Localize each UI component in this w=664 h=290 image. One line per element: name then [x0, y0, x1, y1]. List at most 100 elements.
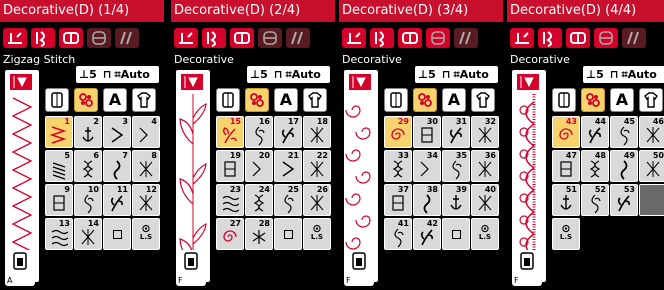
shirt-icon[interactable]	[639, 88, 663, 112]
presser-foot-button[interactable]: F	[512, 250, 542, 286]
long-stitch-button[interactable]: ⊙ L.S	[132, 218, 160, 250]
stitch-button-27[interactable]: 27	[216, 218, 244, 250]
decorative-flower-icon[interactable]	[581, 88, 605, 112]
stitch-button-12[interactable]: 12	[132, 184, 160, 216]
auto-button[interactable]: ⌗Auto	[114, 68, 152, 81]
stitch-button-2[interactable]: 2	[74, 116, 102, 148]
stitch-button-50[interactable]: 50	[639, 150, 664, 182]
decorative-icon[interactable]	[538, 28, 562, 48]
long-stitch-button[interactable]: ⊙ L.S	[552, 218, 580, 250]
stitch-button-39[interactable]: 39	[442, 184, 470, 216]
stitch-button-23[interactable]: 23	[216, 184, 244, 216]
quilt-icon[interactable]	[426, 28, 450, 48]
straight-stitch-icon[interactable]	[510, 28, 534, 48]
mirror-image-icon[interactable]	[8, 72, 34, 92]
presser-auto-controls[interactable]: ⊥5 ⊓ ⌗Auto	[247, 66, 330, 83]
quilt-icon[interactable]	[594, 28, 618, 48]
stitch-button-15[interactable]: 15	[216, 116, 244, 148]
long-stitch-button[interactable]: ⊙ L.S	[471, 218, 499, 250]
stitch-button-48[interactable]: 48	[581, 150, 609, 182]
mirror-image-icon[interactable]	[515, 72, 541, 92]
auto-button[interactable]: ⌗Auto	[453, 68, 491, 81]
satin-icon[interactable]	[286, 28, 310, 48]
presser-auto-controls[interactable]: ⊥5 ⊓ ⌗Auto	[76, 66, 159, 83]
memory-button[interactable]	[274, 218, 302, 250]
letter-a-icon[interactable]: A	[274, 88, 298, 112]
mirror-image-icon[interactable]	[179, 72, 205, 92]
stitch-button-5[interactable]: 5	[45, 150, 73, 182]
stitch-button-19[interactable]: 19	[216, 150, 244, 182]
stitch-button-45[interactable]: 45	[610, 116, 638, 148]
presser-foot-button[interactable]: F	[344, 250, 374, 286]
stitch-button-10[interactable]: 10	[74, 184, 102, 216]
stitch-button-35[interactable]: 35	[442, 150, 470, 182]
stitch-button-42[interactable]: 42	[413, 218, 441, 250]
stitch-button-13[interactable]: 13	[45, 218, 73, 250]
decorative-flower-icon[interactable]	[245, 88, 269, 112]
stitch-button-52[interactable]: 52	[581, 184, 609, 216]
stitch-button-21[interactable]: 21	[274, 150, 302, 182]
stitch-button-3[interactable]: 3	[103, 116, 131, 148]
letter-a-icon[interactable]: A	[103, 88, 127, 112]
stitch-button-46[interactable]: 46	[639, 116, 664, 148]
bobbin-icon[interactable]	[45, 88, 69, 112]
quilt-icon[interactable]	[258, 28, 282, 48]
stitch-button-33[interactable]: 33	[384, 150, 412, 182]
feed-dog-icon[interactable]: ⊓	[442, 68, 451, 81]
buttonhole-icon[interactable]	[230, 28, 254, 48]
stitch-button-22[interactable]: 22	[303, 150, 331, 182]
presser-pressure-icon[interactable]: ⊥5	[250, 68, 271, 81]
decorative-icon[interactable]	[370, 28, 394, 48]
stitch-button-9[interactable]: 9	[45, 184, 73, 216]
feed-dog-icon[interactable]: ⊓	[103, 68, 112, 81]
buttonhole-icon[interactable]	[59, 28, 83, 48]
feed-dog-icon[interactable]: ⊓	[274, 68, 283, 81]
satin-icon[interactable]	[622, 28, 646, 48]
stitch-button-1[interactable]: 1	[45, 116, 73, 148]
stitch-button-16[interactable]: 16	[245, 116, 273, 148]
presser-pressure-icon[interactable]: ⊥5	[586, 68, 607, 81]
shirt-icon[interactable]	[471, 88, 495, 112]
letter-a-icon[interactable]: A	[610, 88, 634, 112]
stitch-button-38[interactable]: 38	[413, 184, 441, 216]
mirror-image-icon[interactable]	[347, 72, 373, 92]
letter-a-icon[interactable]: A	[442, 88, 466, 112]
stitch-button-4[interactable]: 4	[132, 116, 160, 148]
stitch-button-31[interactable]: 31	[442, 116, 470, 148]
presser-pressure-icon[interactable]: ⊥5	[418, 68, 439, 81]
stitch-button-8[interactable]: 8	[132, 150, 160, 182]
shirt-icon[interactable]	[132, 88, 156, 112]
stitch-button-29[interactable]: 29	[384, 116, 412, 148]
memory-button[interactable]	[103, 218, 131, 250]
stitch-button-11[interactable]: 11	[103, 184, 131, 216]
stitch-button-43[interactable]: 43	[552, 116, 580, 148]
presser-auto-controls[interactable]: ⊥5 ⊓ ⌗Auto	[415, 66, 498, 83]
decorative-flower-icon[interactable]	[74, 88, 98, 112]
bobbin-icon[interactable]	[552, 88, 576, 112]
presser-foot-button[interactable]: F	[176, 250, 206, 286]
stitch-button-6[interactable]: 6	[74, 150, 102, 182]
stitch-button-37[interactable]: 37	[384, 184, 412, 216]
straight-stitch-icon[interactable]	[3, 28, 27, 48]
memory-button[interactable]	[442, 218, 470, 250]
decorative-icon[interactable]	[202, 28, 226, 48]
stitch-button-49[interactable]: 49	[610, 150, 638, 182]
presser-auto-controls[interactable]: ⊥5 ⊓ ⌗Auto	[583, 66, 664, 83]
stitch-button-7[interactable]: 7	[103, 150, 131, 182]
stitch-button-40[interactable]: 40	[471, 184, 499, 216]
presser-pressure-icon[interactable]: ⊥5	[79, 68, 100, 81]
stitch-button-28[interactable]: 28	[245, 218, 273, 250]
stitch-button-47[interactable]: 47	[552, 150, 580, 182]
stitch-button-30[interactable]: 30	[413, 116, 441, 148]
feed-dog-icon[interactable]: ⊓	[610, 68, 619, 81]
stitch-button-51[interactable]: 51	[552, 184, 580, 216]
stitch-button-18[interactable]: 18	[303, 116, 331, 148]
stitch-button-20[interactable]: 20	[245, 150, 273, 182]
stitch-button-44[interactable]: 44	[581, 116, 609, 148]
stitch-button-14[interactable]: 14	[74, 218, 102, 250]
shirt-icon[interactable]	[303, 88, 327, 112]
stitch-button-17[interactable]: 17	[274, 116, 302, 148]
stitch-button-53[interactable]: 53	[610, 184, 638, 216]
bobbin-icon[interactable]	[216, 88, 240, 112]
auto-button[interactable]: ⌗Auto	[285, 68, 323, 81]
